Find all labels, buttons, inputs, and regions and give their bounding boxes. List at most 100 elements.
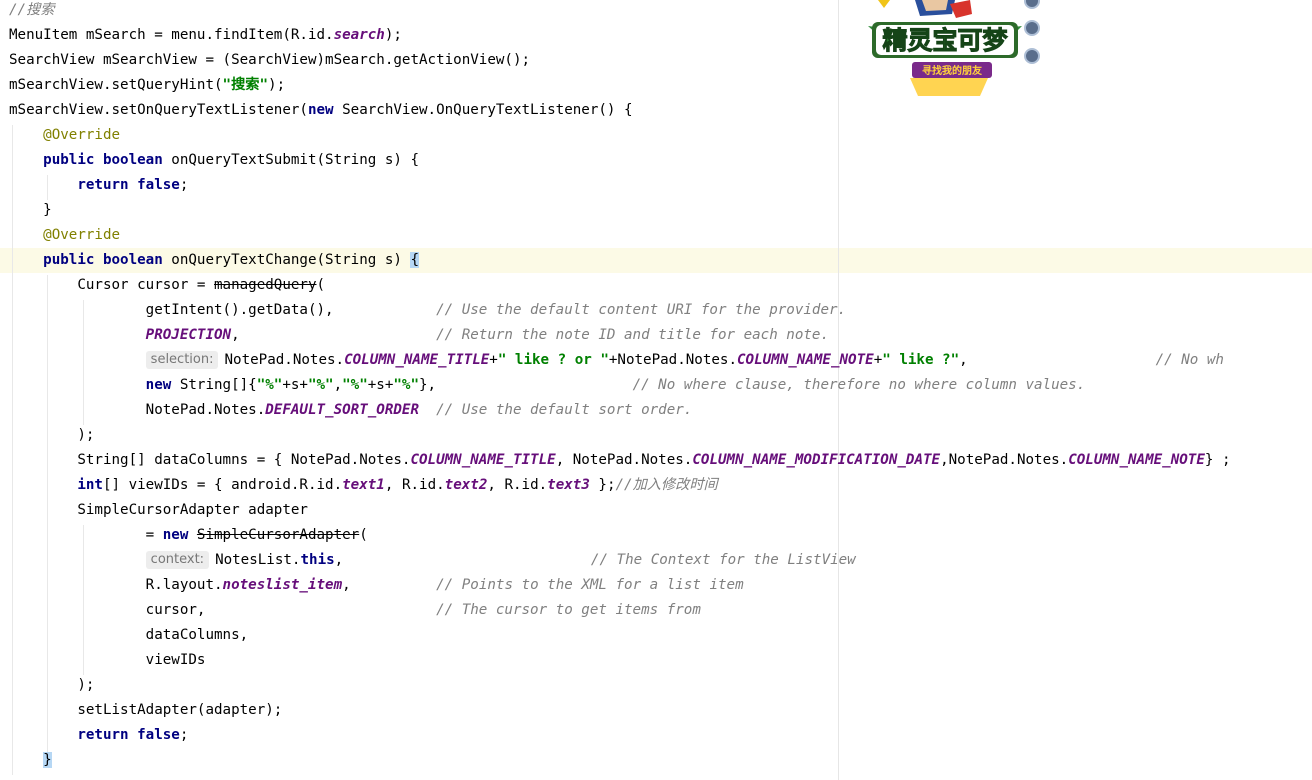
code-token: noteslist_item xyxy=(222,577,343,593)
code-token: Cursor cursor = xyxy=(9,277,214,293)
code-line[interactable]: ); xyxy=(9,423,94,448)
code-token: +NotePad.Notes. xyxy=(608,352,738,368)
code-line[interactable]: R.layout.noteslist_item, // Points to th… xyxy=(9,573,744,598)
parameter-hint: context: xyxy=(145,551,210,569)
code-token: 搜索 xyxy=(231,77,260,93)
code-token: String[]{ xyxy=(171,377,257,393)
code-token: +s+ xyxy=(367,377,394,393)
code-line[interactable]: String[] dataColumns = { NotePad.Notes.C… xyxy=(9,448,1231,473)
code-line[interactable]: mSearchView.setOnQueryTextListener(new S… xyxy=(9,98,633,123)
code-line[interactable]: int[] viewIDs = { android.R.id.text1, R.… xyxy=(9,473,717,498)
code-token: text1 xyxy=(342,477,385,493)
code-token: "%" xyxy=(256,377,283,393)
fold-marker-icon[interactable] xyxy=(1024,20,1040,36)
code-line[interactable]: Cursor cursor = managedQuery( xyxy=(9,273,325,298)
code-line[interactable]: SimpleCursorAdapter adapter xyxy=(9,498,308,523)
code-token: MenuItem mSearch = menu.findItem(R.id. xyxy=(9,27,334,43)
code-token: NotePad.Notes. xyxy=(224,352,345,368)
pokemon-logo-image: 精灵宝可梦 寻找我的朋友 xyxy=(868,0,1022,96)
code-line[interactable]: dataColumns, xyxy=(9,623,249,648)
code-token: } xyxy=(43,752,52,768)
code-token: COLUMN_NAME_NOTE xyxy=(1068,452,1205,468)
code-line[interactable]: return false; xyxy=(9,723,188,748)
code-token: { xyxy=(410,252,420,268)
code-token: "%" xyxy=(307,377,334,393)
code-token: cursor, xyxy=(9,602,437,618)
code-token: + xyxy=(489,352,498,368)
code-line[interactable]: PROJECTION, // Return the note ID and ti… xyxy=(9,323,829,348)
code-line[interactable]: getIntent().getData(), // Use the defaul… xyxy=(9,298,846,323)
code-token: NotePad.Notes. xyxy=(9,402,266,418)
code-token: int xyxy=(77,477,103,493)
code-token: public boolean xyxy=(43,152,163,168)
code-line[interactable]: return false; xyxy=(9,173,188,198)
code-line[interactable]: setListAdapter(adapter); xyxy=(9,698,282,723)
code-token: // No wh xyxy=(1155,352,1224,368)
code-line[interactable]: public boolean onQueryTextChange(String … xyxy=(9,248,420,273)
code-token: } ; xyxy=(1204,452,1231,468)
code-token: // No where clause, therefore no where c… xyxy=(632,377,1086,393)
code-line[interactable]: } xyxy=(9,748,52,773)
code-token: , xyxy=(959,352,1156,368)
code-token: , xyxy=(231,327,437,343)
code-line[interactable]: } xyxy=(9,198,52,223)
code-token: ; xyxy=(179,727,189,743)
fold-marker-icon[interactable] xyxy=(1024,48,1040,64)
code-token: SimpleCursorAdapter xyxy=(196,527,360,543)
code-line[interactable]: @Override xyxy=(9,223,120,248)
code-token: , xyxy=(333,377,343,393)
code-line[interactable]: SearchView mSearchView = (SearchView)mSe… xyxy=(9,48,530,73)
code-line[interactable]: @Override xyxy=(9,123,120,148)
code-token: // The cursor to get items from xyxy=(436,602,701,618)
code-token: new xyxy=(307,102,334,118)
code-token: text3 xyxy=(547,477,590,493)
code-token: // Return the note ID and title for each… xyxy=(436,327,830,343)
code-line[interactable]: viewIDs xyxy=(9,648,206,673)
code-line[interactable]: selection: NotePad.Notes.COLUMN_NAME_TITL… xyxy=(9,348,1224,373)
code-token: dataColumns, xyxy=(9,627,249,643)
code-token: , NotePad.Notes. xyxy=(555,452,693,468)
code-line[interactable]: public boolean onQueryTextSubmit(String … xyxy=(9,148,419,173)
code-token: ; xyxy=(179,177,189,193)
code-token: , xyxy=(334,552,591,568)
code-token: NotesList. xyxy=(215,552,301,568)
code-token: PROJECTION xyxy=(145,327,232,343)
code-token: SimpleCursorAdapter adapter xyxy=(9,502,308,518)
code-token: setListAdapter(adapter); xyxy=(9,702,283,718)
code-token: COLUMN_NAME_TITLE xyxy=(410,452,556,468)
code-editor[interactable]: //搜索 MenuItem mSearch = menu.findItem(R.i… xyxy=(0,0,1312,780)
code-token: "%" xyxy=(342,377,368,393)
code-line[interactable]: ); xyxy=(9,673,94,698)
code-token: }; xyxy=(589,477,616,493)
code-token: managedQuery xyxy=(214,277,317,293)
code-token: return false xyxy=(77,727,180,743)
code-token: new xyxy=(145,377,172,393)
code-token: // The Context for the ListView xyxy=(590,552,856,568)
code-token: getIntent().getData(), xyxy=(9,302,437,318)
code-line[interactable]: //搜索 xyxy=(9,0,54,23)
code-token: DEFAULT_SORT_ORDER xyxy=(265,402,419,418)
code-token: ); xyxy=(9,677,95,693)
code-line[interactable]: NotePad.Notes.DEFAULT_SORT_ORDER // Use … xyxy=(9,398,693,423)
code-token: mSearchView.setQueryHint( xyxy=(9,77,223,93)
code-token: + xyxy=(873,352,883,368)
code-token: " like ?" xyxy=(882,352,960,368)
code-line[interactable]: MenuItem mSearch = menu.findItem(R.id.se… xyxy=(9,23,402,48)
code-line[interactable]: = new SimpleCursorAdapter( xyxy=(9,523,368,548)
code-line[interactable]: new String[]{"%"+s+"%","%"+s+"%"}, // No… xyxy=(9,373,1086,398)
code-line[interactable]: cursor, // The cursor to get items from xyxy=(9,598,701,623)
code-line[interactable]: context: NotesList.this, // The Context f… xyxy=(9,548,856,573)
code-token: search xyxy=(333,27,385,43)
code-line[interactable]: mSearchView.setQueryHint("搜索"); xyxy=(9,73,285,98)
code-token: // Use the default content URI for the p… xyxy=(436,302,847,318)
parameter-hint: selection: xyxy=(145,351,219,369)
code-token: }, xyxy=(419,377,633,393)
code-token: COLUMN_NAME_TITLE xyxy=(344,352,490,368)
code-token: ); xyxy=(9,427,95,443)
